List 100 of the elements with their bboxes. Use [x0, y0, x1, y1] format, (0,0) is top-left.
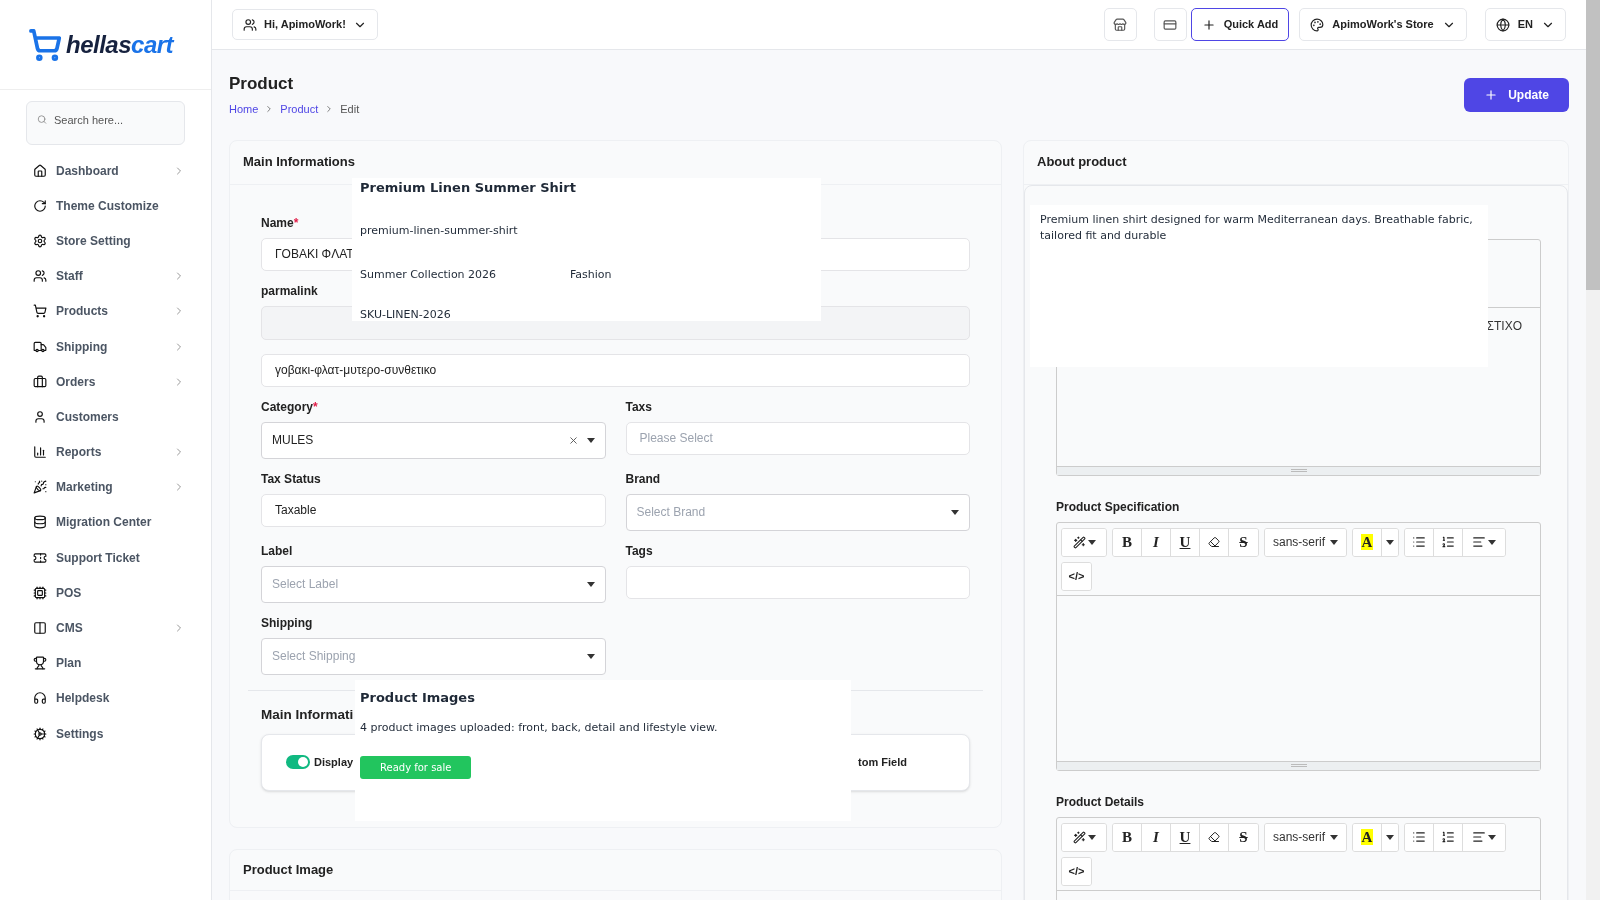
sidebar-item[interactable]: POS [0, 575, 211, 611]
magic-button[interactable] [1062, 823, 1106, 851]
nav-icon [33, 656, 47, 671]
color-dropdown[interactable] [1382, 823, 1398, 851]
breadcrumb-link[interactable]: Home [229, 101, 259, 118]
search-icon [37, 113, 47, 126]
field-label: parmalink [261, 283, 319, 298]
sidebar-item[interactable]: Support Ticket [0, 540, 211, 576]
images-description: 4 product images uploaded: front, back, detail and lifestyle view. [360, 719, 719, 736]
sidebar-item[interactable]: Theme Customize [0, 188, 211, 224]
scrollbar[interactable] [1586, 0, 1600, 900]
numbered-list-icon [1441, 830, 1455, 844]
eraser-button[interactable] [1200, 823, 1229, 851]
select-field[interactable]: MULES [261, 421, 606, 459]
slug-field[interactable]: γοβακι-φλατ-μυτερο-συνθετικο [261, 353, 970, 387]
italic-button[interactable]: I [1142, 823, 1171, 851]
align-icon [1472, 535, 1486, 549]
bullet-list-button[interactable] [1405, 528, 1434, 556]
language-selector[interactable]: EN [1484, 8, 1566, 41]
wand-icon [1072, 830, 1086, 844]
update-button[interactable]: Update [1464, 78, 1569, 112]
card-button[interactable] [1153, 8, 1187, 41]
nav-icon [33, 374, 47, 389]
color-button[interactable]: A [1353, 528, 1382, 556]
caret-icon [1488, 834, 1496, 840]
sidebar-item[interactable]: Products [0, 293, 211, 329]
field-label: Taxs [625, 399, 653, 414]
store-front-button[interactable] [1103, 8, 1137, 41]
rich-text-editor[interactable]: B I U S sans-serif A </> [1056, 521, 1541, 771]
sidebar-item[interactable]: Plan [0, 645, 211, 681]
sidebar-item[interactable]: Shipping [0, 328, 211, 365]
nav-icon [33, 621, 47, 636]
code-button[interactable]: </> [1062, 562, 1091, 590]
input-field[interactable]: Taxable [261, 493, 606, 527]
user-menu-button[interactable]: Hi, ApimoWork! [232, 9, 378, 40]
nav-icon [33, 409, 47, 424]
align-button[interactable] [1463, 528, 1505, 556]
sidebar-item[interactable]: Marketing [0, 469, 211, 505]
rich-text-editor[interactable]: B I U S sans-serif A </> [1056, 816, 1541, 900]
strikethrough-button[interactable]: S [1229, 823, 1258, 851]
numbered-list-button[interactable] [1434, 528, 1463, 556]
sidebar-item[interactable]: Helpdesk [0, 680, 211, 716]
sku-text: SKU-LINEN-2026 [360, 307, 452, 323]
sidebar-item[interactable]: Settings [0, 716, 211, 752]
align-icon [1472, 830, 1486, 844]
bold-button[interactable]: B [1113, 823, 1142, 851]
nav-icon [33, 550, 47, 565]
sidebar-item[interactable]: Staff [0, 258, 211, 294]
nav-icon [33, 269, 47, 284]
caret-icon [1330, 834, 1338, 840]
numbered-list-button[interactable] [1434, 823, 1463, 851]
bullet-list-button[interactable] [1405, 823, 1434, 851]
caret-icon [1386, 539, 1394, 545]
input-field[interactable]: Please Select [625, 421, 970, 455]
eraser-icon [1208, 536, 1220, 548]
eraser-button[interactable] [1200, 528, 1229, 556]
sidebar-item[interactable]: Migration Center [0, 504, 211, 541]
nav-icon [33, 339, 47, 354]
caret-icon [1330, 539, 1338, 545]
caret-icon [586, 653, 595, 659]
code-button[interactable]: </> [1062, 857, 1091, 885]
font-dropdown[interactable]: sans-serif [1265, 528, 1346, 556]
sidebar-item[interactable]: Dashboard [0, 153, 211, 189]
input-field[interactable] [625, 565, 970, 599]
sidebar-item[interactable]: Reports [0, 434, 211, 470]
numbered-list-icon [1441, 535, 1455, 549]
strikethrough-button[interactable]: S [1229, 528, 1258, 556]
bold-button[interactable]: B [1113, 528, 1142, 556]
caret-icon [1488, 539, 1496, 545]
magic-button[interactable] [1062, 528, 1106, 556]
sidebar-item[interactable]: Customers [0, 399, 211, 435]
search-input[interactable]: Search here... [54, 112, 174, 129]
align-button[interactable] [1463, 823, 1505, 851]
sidebar-item[interactable]: Orders [0, 364, 211, 400]
editor-label: Product Details [1056, 793, 1146, 811]
breadcrumb-link[interactable]: Product [280, 101, 319, 118]
search-field[interactable]: Search here... [26, 101, 185, 145]
section-title: Main Informati [261, 705, 355, 724]
wand-icon [1072, 535, 1086, 549]
bullet-list-icon [1412, 535, 1426, 549]
underline-button[interactable]: U [1171, 528, 1200, 556]
field-label: Shipping [261, 615, 314, 630]
quick-add-button[interactable]: Quick Add [1190, 8, 1290, 41]
sidebar-item[interactable]: Store Setting [0, 223, 211, 259]
italic-button[interactable]: I [1142, 528, 1171, 556]
clear-icon[interactable] [567, 434, 579, 446]
color-dropdown[interactable] [1382, 528, 1398, 556]
globe-icon [1495, 17, 1510, 32]
font-dropdown[interactable]: sans-serif [1265, 823, 1346, 851]
panel-title: Product Images [360, 689, 476, 707]
sidebar-item[interactable]: CMS [0, 610, 211, 646]
store-selector[interactable]: ApimoWork's Store [1299, 8, 1467, 41]
underline-button[interactable]: U [1171, 823, 1200, 851]
caret-icon [951, 509, 959, 515]
toggle-switch[interactable] [286, 755, 310, 770]
breadcrumb-current: Edit [340, 102, 360, 117]
user-icon [243, 17, 257, 32]
palette-icon [1310, 17, 1325, 32]
color-button[interactable]: A [1353, 823, 1382, 851]
field-label: Name* [261, 215, 300, 230]
